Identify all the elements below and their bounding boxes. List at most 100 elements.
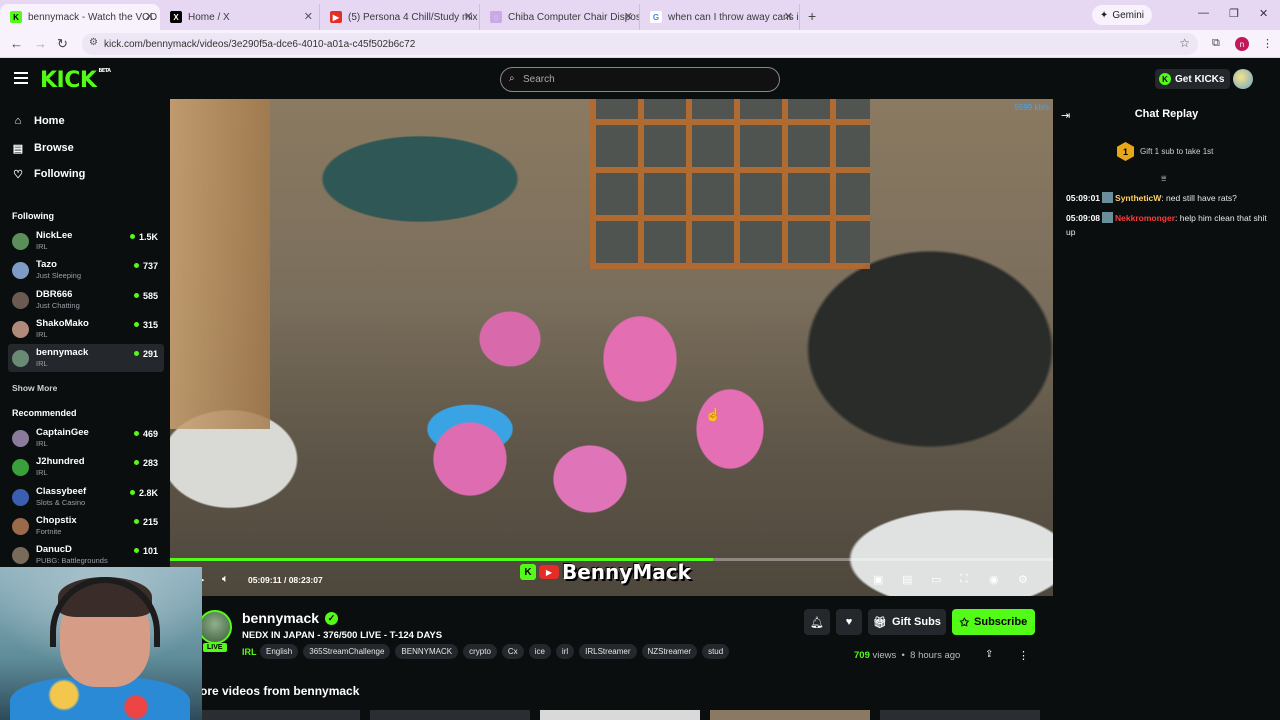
notification-bell-button[interactable]: 🔔︎ <box>804 609 830 635</box>
browser-tab[interactable]: K bennymack - Watch the VOD o ✕ <box>0 4 160 30</box>
share-icon[interactable]: ⇪ <box>985 649 993 660</box>
miniplayer-icon[interactable]: ▤ <box>902 573 912 586</box>
sidebar-channel-classybeef[interactable]: Classybeef Slots & Casino 2.8K <box>8 483 164 511</box>
tag-chip[interactable]: English <box>260 644 299 659</box>
sidebar-channel-dbr666[interactable]: DBR666 Just Chatting 585 <box>8 286 164 314</box>
kick-logo[interactable]: KICK BETA <box>40 68 111 93</box>
channel-name: bennymack <box>36 347 89 359</box>
tag-chip[interactable]: IRLStreamer <box>579 644 637 659</box>
address-bar[interactable]: ⚙ kick.com/bennymack/videos/3e290f5a-dce… <box>82 33 1198 55</box>
loading-favicon-icon: ◌ <box>490 11 502 23</box>
tag-chip[interactable]: stud <box>702 644 730 659</box>
video-thumbnail[interactable] <box>710 710 870 720</box>
minimize-icon[interactable]: — <box>1198 7 1209 19</box>
category-link[interactable]: IRL <box>242 647 257 657</box>
tag-chip[interactable]: Cx <box>501 644 524 659</box>
back-icon[interactable]: ← <box>10 36 23 51</box>
tag-chip[interactable]: NZStreamer <box>641 644 698 659</box>
browser-tab[interactable]: X Home / X ✕ <box>160 4 320 30</box>
message-username[interactable]: SyntheticW <box>1115 193 1161 203</box>
show-more-link[interactable]: Show More <box>12 383 57 393</box>
subscribe-button[interactable]: ✩ Subscribe <box>952 609 1035 635</box>
video-thumbnail[interactable] <box>880 710 1040 720</box>
tag-chip[interactable]: ice <box>528 644 551 659</box>
gemini-button[interactable]: ✦ Gemini <box>1091 5 1152 25</box>
video-thumbnail[interactable] <box>540 710 700 720</box>
playback-speed-icon[interactable]: ◉ <box>989 573 999 586</box>
tag-list: English 365StreamChallenge BENNYMACK crypto… <box>260 644 730 659</box>
tag-chip[interactable]: crypto <box>463 644 497 659</box>
search-input[interactable]: ⌕ Search <box>500 67 780 92</box>
sidebar-item-home[interactable]: ⌂ Home <box>12 112 65 130</box>
video-player[interactable]: 5599 kb/s ☝ K ▶ BennyMack ▶ 🔈︎ 05:09:11 … <box>170 99 1053 596</box>
sidebar-channel-chopstix[interactable]: Chopstix Fortnite 215 <box>8 512 164 540</box>
settings-gear-icon[interactable]: ⚙ <box>1018 573 1028 586</box>
browser-menu-icon[interactable]: ⋮ <box>1262 37 1273 50</box>
video-thumbnail[interactable] <box>200 710 360 720</box>
video-thumbnail[interactable] <box>370 710 530 720</box>
viewer-count: 315 <box>134 320 158 330</box>
more-options-icon[interactable]: ⋮ <box>1018 649 1029 662</box>
close-tab-icon[interactable]: ✕ <box>145 10 154 23</box>
close-tab-icon[interactable]: ✕ <box>304 10 313 23</box>
pinned-icon[interactable]: ⩸ <box>1161 173 1166 184</box>
tag-chip[interactable]: 365StreamChallenge <box>303 644 391 659</box>
fullscreen-icon[interactable]: ⛶ <box>960 573 968 586</box>
browser-tab[interactable]: ◌ Chiba Computer Chair Dispos ✕ <box>480 4 640 30</box>
new-tab-button[interactable]: + <box>808 8 816 24</box>
sidebar-item-browse[interactable]: ▤ Browse <box>12 139 74 157</box>
forward-icon[interactable]: → <box>34 36 47 51</box>
avatar <box>12 547 29 565</box>
browser-tab[interactable]: ▶ (5) Persona 4 Chill/Study mix - ✕ <box>320 4 480 30</box>
close-tab-icon[interactable]: ✕ <box>784 10 793 23</box>
browser-tab[interactable]: G when can I throw away cans in ✕ <box>640 4 800 30</box>
sidebar-channel-bennymack[interactable]: bennymack IRL 291 <box>8 344 164 373</box>
theater-mode-icon[interactable]: ▭ <box>931 573 941 586</box>
tab-title: bennymack - Watch the VOD o <box>28 11 160 23</box>
close-tab-icon[interactable]: ✕ <box>464 10 473 23</box>
menu-icon[interactable] <box>14 72 28 87</box>
site-header: KICK BETA ⌕ Search K Get KICKs <box>0 59 1280 99</box>
gift-subs-button[interactable]: 🎁︎ Gift Subs <box>868 609 946 635</box>
time-display: 05:09:11 / 08:23:07 <box>248 575 323 585</box>
site-info-icon[interactable]: ⚙ <box>89 37 98 48</box>
player-controls: ▶ 🔈︎ 05:09:11 / 08:23:07 ▣ ▤ ▭ ⛶ ◉ ⚙ <box>170 563 1053 596</box>
get-kicks-button[interactable]: K Get KICKs <box>1155 69 1231 89</box>
sidebar-item-following[interactable]: ♡ Following <box>12 165 85 183</box>
sidebar-channel-j2hundred[interactable]: J2hundred IRL 283 <box>8 453 164 481</box>
avatar <box>12 320 29 338</box>
clip-icon[interactable]: ▣ <box>873 573 883 586</box>
extensions-icon[interactable]: ⧉ <box>1212 37 1220 50</box>
time-separator: / <box>283 575 287 585</box>
stream-info: bennymack ✓ NEDX IN JAPAN - 376/500 LIVE… <box>170 596 1053 720</box>
follow-button[interactable]: ♥ <box>836 609 862 635</box>
sidebar-channel-nicklee[interactable]: NickLee IRL 1.5K <box>8 227 164 255</box>
sidebar-channel-captaingee[interactable]: CaptainGee IRL 469 <box>8 424 164 452</box>
sidebar-channel-danucd[interactable]: DanucD PUBG: Battlegrounds 101 <box>8 541 164 569</box>
gemini-label: Gemini <box>1112 9 1144 21</box>
close-tab-icon[interactable]: ✕ <box>624 10 633 23</box>
message-username[interactable]: Nekkromonger <box>1115 213 1175 223</box>
channel-avatar[interactable] <box>198 610 232 644</box>
user-avatar[interactable] <box>1233 69 1253 89</box>
user-badge-icon <box>1102 192 1114 203</box>
tab-title: Chiba Computer Chair Dispos <box>508 11 640 23</box>
message-timestamp: 05:09:08 <box>1066 213 1101 223</box>
sidebar-channel-tazo[interactable]: Tazo Just Sleeping 737 <box>8 256 164 284</box>
tag-chip[interactable]: irl <box>555 644 575 659</box>
sidebar-channel-shakomako[interactable]: ShakoMako IRL 315 <box>8 315 164 343</box>
channel-name[interactable]: bennymack <box>242 610 319 626</box>
star-icon: ✩ <box>959 616 970 629</box>
tag-chip[interactable]: BENNYMACK <box>395 644 459 659</box>
maximize-icon[interactable]: ❐ <box>1229 7 1239 20</box>
channel-category: PUBG: Battlegrounds <box>36 556 108 566</box>
profile-avatar[interactable]: n <box>1235 37 1249 51</box>
close-window-icon[interactable]: ✕ <box>1259 7 1268 20</box>
reload-icon[interactable]: ↻ <box>57 36 68 52</box>
volume-icon[interactable]: 🔈︎ <box>222 573 229 586</box>
bookmark-star-icon[interactable]: ☆ <box>1179 36 1190 50</box>
viewer-count: 283 <box>134 458 158 468</box>
gift-rank-badge: 1 <box>1117 142 1134 161</box>
gift-leaderboard[interactable]: 1 Gift 1 sub to take 1st <box>1117 142 1213 161</box>
home-icon: ⌂ <box>14 115 22 127</box>
